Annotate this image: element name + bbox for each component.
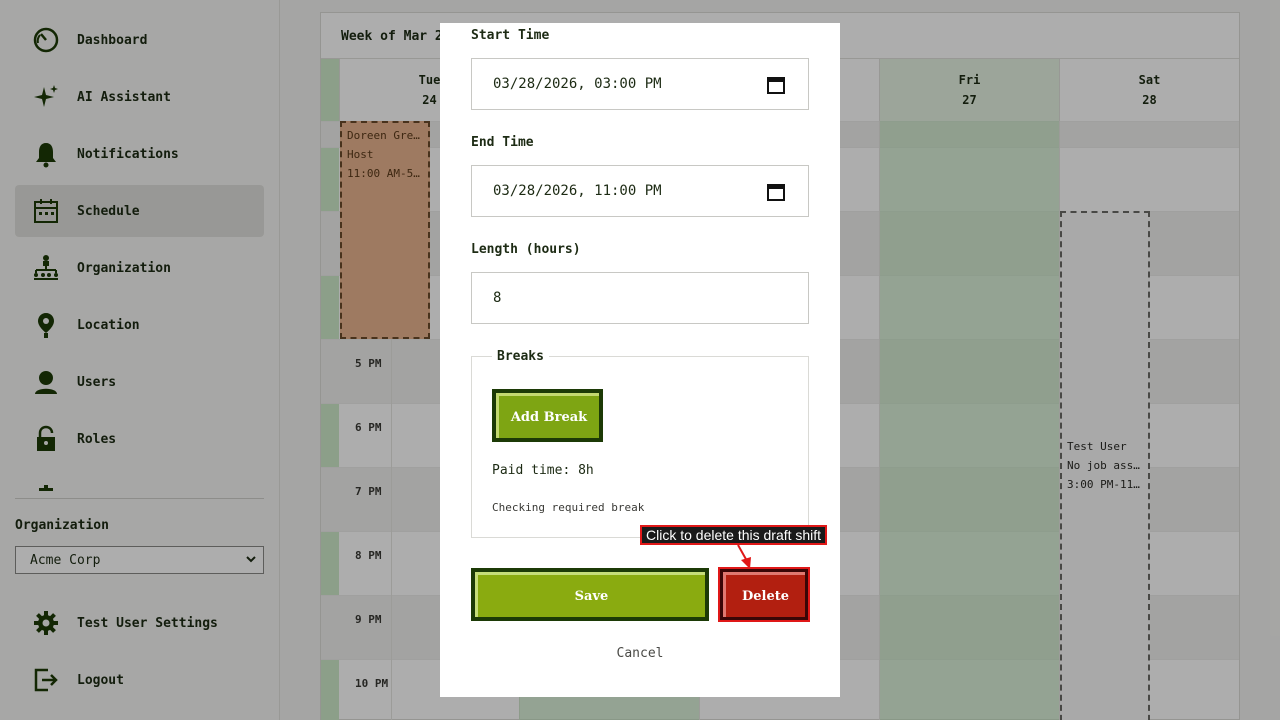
paid-time-text: Paid time: 8h bbox=[492, 463, 594, 478]
breaks-fieldset: Breaks Add Break Paid time: 8h Checking … bbox=[471, 349, 809, 538]
start-time-input[interactable]: 03/28/2026, 03:00 PM bbox=[471, 58, 809, 110]
breaks-legend: Breaks bbox=[492, 349, 549, 364]
add-break-button[interactable]: Add Break bbox=[492, 389, 603, 442]
save-button[interactable]: Save bbox=[471, 568, 709, 621]
end-time-label: End Time bbox=[471, 135, 534, 150]
start-time-value: 03/28/2026, 03:00 PM bbox=[493, 76, 662, 92]
save-label: Save bbox=[475, 572, 705, 617]
length-value: 8 bbox=[493, 290, 502, 306]
length-label: Length (hours) bbox=[471, 242, 581, 257]
length-input[interactable]: 8 bbox=[471, 272, 809, 324]
delete-button[interactable]: Delete bbox=[718, 567, 810, 622]
start-time-label: Start Time bbox=[471, 28, 550, 43]
cancel-link[interactable]: Cancel bbox=[440, 646, 840, 661]
add-break-label: Add Break bbox=[496, 393, 599, 438]
calendar-picker-icon[interactable] bbox=[766, 75, 786, 95]
end-time-input[interactable]: 03/28/2026, 11:00 PM bbox=[471, 165, 809, 217]
calendar-picker-icon[interactable] bbox=[766, 182, 786, 202]
end-time-value: 03/28/2026, 11:00 PM bbox=[493, 183, 662, 199]
break-check-status: Checking required break bbox=[492, 501, 645, 514]
delete-label: Delete bbox=[723, 572, 805, 617]
delete-tooltip: Click to delete this draft shift bbox=[640, 525, 828, 545]
edit-shift-modal: Start Time 03/28/2026, 03:00 PM End Time… bbox=[440, 23, 840, 697]
